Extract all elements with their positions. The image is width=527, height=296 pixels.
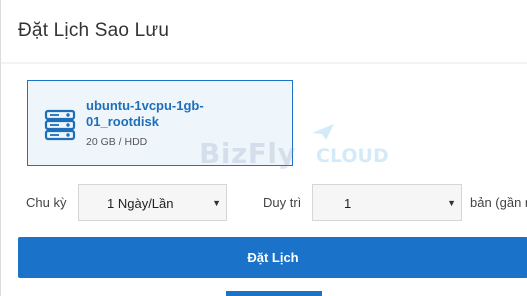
retain-select[interactable]: 1 ▼ (312, 184, 462, 221)
server-icon (44, 109, 76, 141)
modal-title: Đặt Lịch Sao Lưu (18, 20, 170, 41)
cycle-label: Chu kỳ (26, 195, 67, 210)
header-divider (1, 62, 527, 64)
cycle-select[interactable]: 1 Ngày/Lần ▼ (78, 184, 227, 221)
copies-label: bản (gần n (470, 195, 527, 210)
brand-watermark: BizFly CLOUD (199, 124, 409, 171)
chevron-down-icon: ▼ (212, 198, 221, 208)
resource-meta: 20 GB / HDD (86, 136, 148, 148)
retain-select-value: 1 (344, 196, 352, 211)
cycle-select-value: 1 Ngày/Lần (107, 196, 174, 211)
watermark-suffix: CLOUD (316, 145, 389, 167)
schedule-submit-button[interactable]: Đặt Lịch (18, 237, 527, 278)
chevron-down-icon: ▼ (447, 198, 456, 208)
paper-plane-icon (312, 124, 334, 140)
backup-schedule-modal: Đặt Lịch Sao Lưu ubuntu-1vcpu-1gb-01_roo… (0, 0, 527, 296)
underlying-button-edge (226, 291, 322, 296)
retain-label: Duy trì (263, 195, 302, 210)
resource-name: ubuntu-1vcpu-1gb-01_rootdisk (86, 98, 204, 129)
modal-header: Đặt Lịch Sao Lưu (1, 0, 527, 63)
watermark-brand: BizFly (199, 137, 297, 170)
